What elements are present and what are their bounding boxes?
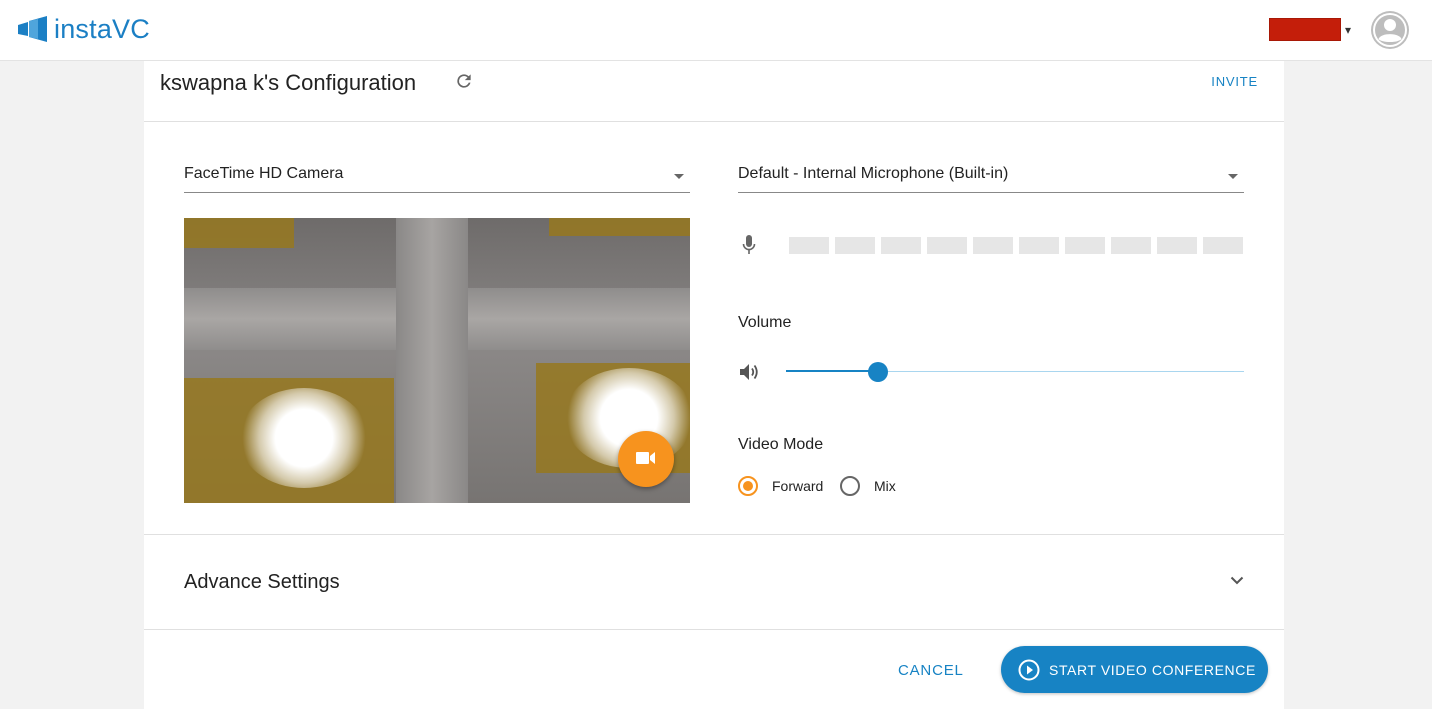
mic-level-segment [1019, 237, 1059, 254]
camera-select-value: FaceTime HD Camera [184, 165, 344, 182]
mic-level-segment [1203, 237, 1243, 254]
mic-level-segment [835, 237, 875, 254]
preview-region [184, 218, 294, 248]
mic-level-segment [927, 237, 967, 254]
mic-level-segment [973, 237, 1013, 254]
microphone-icon [742, 235, 756, 254]
dropdown-caret-icon [674, 174, 684, 179]
start-video-conference-button[interactable]: START VIDEO CONFERENCE [1001, 646, 1268, 693]
top-bar: instaVC ▾ [0, 0, 1432, 61]
video-mode-forward-radio[interactable]: Forward [738, 476, 823, 496]
advance-settings-panel[interactable]: Advance Settings [144, 534, 1284, 630]
microphone-select-value: Default - Internal Microphone (Built-in) [738, 165, 1009, 182]
invite-button[interactable]: INVITE [1211, 74, 1258, 89]
cancel-button[interactable]: CANCEL [898, 662, 964, 679]
camera-preview [184, 218, 690, 503]
radio-label: Mix [874, 478, 896, 494]
volume-slider-fill [786, 370, 878, 372]
start-video-conference-label: START VIDEO CONFERENCE [1049, 662, 1256, 678]
camera-toggle-button[interactable] [618, 431, 674, 487]
advance-settings-title: Advance Settings [184, 571, 340, 593]
preview-region [239, 388, 369, 488]
radio-ring [738, 476, 758, 496]
chevron-down-icon [1230, 576, 1244, 585]
mic-level-segment [789, 237, 829, 254]
camera-select[interactable]: FaceTime HD Camera [184, 159, 690, 193]
refresh-icon[interactable] [454, 71, 474, 91]
microphone-select[interactable]: Default - Internal Microphone (Built-in) [738, 159, 1244, 193]
mic-level-segment [1111, 237, 1151, 254]
video-mode-label: Video Mode [738, 436, 824, 453]
video-mode-mix-radio[interactable]: Mix [840, 476, 896, 496]
radio-label: Forward [772, 478, 824, 494]
instavc-logo-icon [18, 16, 47, 42]
videocam-icon [636, 452, 655, 464]
mic-level-segment [1065, 237, 1105, 254]
user-name-redacted[interactable] [1269, 18, 1341, 41]
mic-level-segment [1157, 237, 1197, 254]
dropdown-caret-icon [1228, 174, 1238, 179]
radio-ring [840, 476, 860, 496]
volume-label: Volume [738, 314, 792, 331]
logo[interactable]: instaVC [18, 14, 150, 44]
user-menu-caret-icon[interactable]: ▾ [1345, 22, 1351, 38]
play-circle-icon [1018, 659, 1040, 681]
speaker-icon [740, 364, 758, 380]
mic-level-segment [881, 237, 921, 254]
page-title: kswapna k's Configuration [160, 70, 417, 95]
account-circle-icon[interactable] [1370, 10, 1410, 50]
app-name: instaVC [54, 14, 150, 44]
mic-level-meter [789, 237, 1243, 254]
volume-slider-thumb[interactable] [867, 362, 888, 382]
configuration-card: kswapna k's Configuration INVITE FaceTim… [144, 61, 1284, 709]
volume-slider[interactable] [786, 361, 1244, 383]
card-header: kswapna k's Configuration INVITE [144, 61, 1284, 122]
preview-region [549, 218, 690, 236]
preview-region [396, 218, 468, 503]
